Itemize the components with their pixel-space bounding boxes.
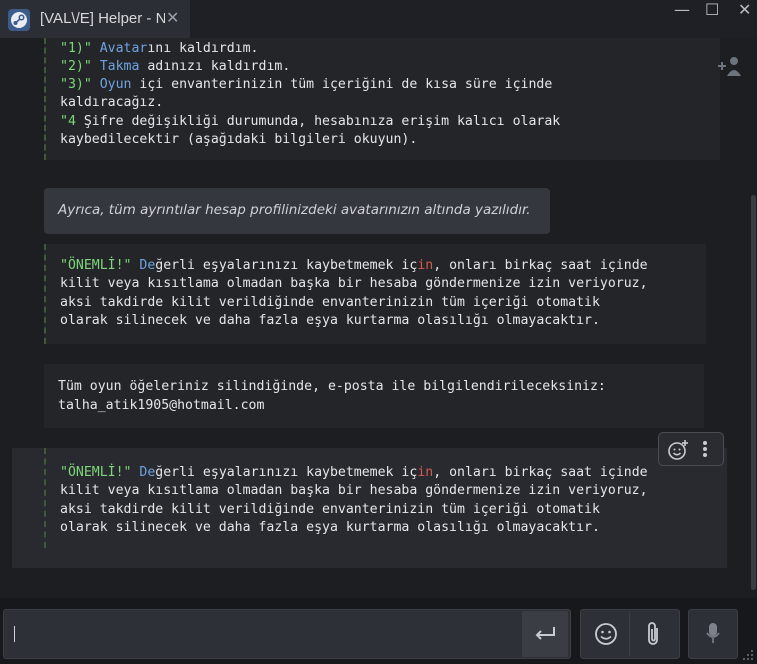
code-message: "ÖNEMLİ!" Değerli eşyalarınızı kaybetmem… [44, 448, 706, 548]
message-line: kilit veya kısıtlama olmadan başka bir h… [60, 276, 648, 291]
message-line: Tüm oyun öğeleriniz silindiğinde, e-post… [58, 379, 606, 394]
message-line: kilit veya kısıtlama olmadan başka bir h… [60, 483, 648, 498]
quote-text: Ayrıca, tüm ayrıntılar hesap profilinizd… [58, 202, 531, 218]
send-button[interactable] [522, 611, 568, 657]
message-line: "1)" Avatarını kaldırdım. [60, 41, 259, 56]
tab-close-icon[interactable]: ✕ [166, 8, 179, 27]
paperclip-icon[interactable] [643, 620, 663, 652]
code-message: "ÖNEMLİ!" Değerli eşyalarınızı kaybetmem… [44, 244, 706, 344]
minimize-button[interactable]: — [674, 0, 690, 19]
message-line: kaldıracağız. [60, 95, 164, 110]
title-bar: [VAL\/E] Helper - N ✕ — ☐ ✕ [0, 0, 757, 38]
message-line: "2)" Takma adınızı kaldırdım. [60, 59, 291, 74]
close-window-button[interactable]: ✕ [738, 0, 751, 19]
message-line: "ÖNEMLİ!" Değerli eşyalarınızı kaybetmem… [60, 258, 648, 273]
tab-title: [VAL\/E] Helper - N [40, 10, 165, 27]
smiley-icon[interactable] [593, 621, 619, 651]
code-message: "1)" Avatarını kaldırdım. "2)" Takma adı… [44, 38, 720, 160]
message-input[interactable] [3, 609, 571, 659]
message-line: "4 Şifre değişikliği durumunda, hesabını… [60, 114, 561, 129]
composer-tools [580, 609, 680, 659]
microphone-icon [705, 622, 721, 650]
maximize-button[interactable]: ☐ [705, 0, 719, 19]
voice-button[interactable] [688, 609, 738, 659]
message-line: olarak silinecek ve daha fazla eşya kurt… [60, 520, 600, 535]
more-vertical-icon[interactable] [701, 439, 709, 463]
text-caret [14, 626, 15, 642]
message-actions [658, 432, 724, 466]
email-text: talha_atik1905@hotmail.com [58, 398, 265, 413]
message-line: aksi takdirde kilit verildiğinde envante… [60, 502, 600, 517]
message-line: "ÖNEMLİ!" Değerli eşyalarınızı kaybetmem… [60, 465, 648, 480]
message-line: olarak silinecek ve daha fazla eşya kurt… [60, 313, 600, 328]
add-friend-icon[interactable] [716, 54, 742, 82]
message-line: "3)" Oyun içi envanterinizin tüm içeriği… [60, 77, 553, 92]
quote-message: Ayrıca, tüm ayrıntılar hesap profilinizd… [44, 188, 550, 234]
message-list[interactable]: "1)" Avatarını kaldırdım. "2)" Takma adı… [0, 38, 740, 598]
code-message: Tüm oyun öğeleriniz silindiğinde, e-post… [44, 364, 704, 428]
chat-tab[interactable]: [VAL\/E] Helper - N ✕ [0, 0, 190, 38]
emoji-add-icon[interactable] [667, 439, 689, 465]
steam-logo-icon [8, 9, 30, 31]
resize-grip-icon[interactable] [742, 646, 754, 664]
message-composer [0, 598, 757, 664]
chat-window: [VAL\/E] Helper - N ✕ — ☐ ✕ "1)" Avatarı… [0, 0, 757, 664]
divider [629, 612, 630, 656]
message-line: kaybedilecektir (aşağıdaki bilgileri oku… [60, 132, 418, 147]
message-line: aksi takdirde kilit verildiğinde envante… [60, 295, 600, 310]
scrollbar-thumb[interactable] [751, 195, 756, 590]
